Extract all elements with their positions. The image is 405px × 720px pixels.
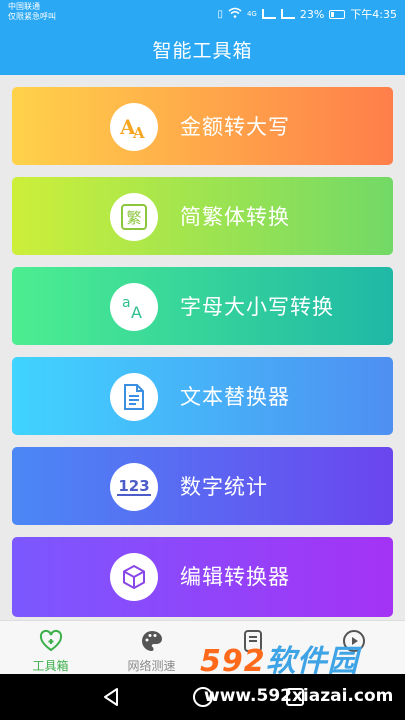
watermark-number: 592: [200, 644, 266, 679]
traditional-chinese-icon: 繁: [110, 193, 158, 241]
carrier-info: 中国联通 仅限紧急呼叫: [8, 2, 56, 22]
tool-label: 编辑转换器: [180, 565, 290, 589]
number-count-icon: 123: [110, 463, 158, 511]
tab-label: 网络测速: [127, 659, 176, 673]
tool-card-edit-converter[interactable]: 编辑转换器: [12, 537, 393, 617]
wifi-icon: [228, 7, 242, 21]
tool-card-letter-case[interactable]: a A 字母大小写转换: [12, 267, 393, 345]
tool-label: 金额转大写: [180, 115, 290, 139]
tab-label: 工具箱: [32, 659, 69, 673]
battery-percent: 23%: [299, 7, 325, 21]
watermark-brand: 软件园: [265, 644, 359, 679]
tab-toolbox[interactable]: 工具箱: [0, 621, 101, 675]
battery-icon: [329, 9, 346, 19]
back-icon[interactable]: [98, 684, 124, 710]
traditional-char-glyph: 繁: [121, 204, 147, 230]
document-icon: [110, 373, 158, 421]
svg-text:A: A: [131, 303, 142, 322]
signal-4g-label: 4G: [246, 10, 257, 18]
cube-icon: [110, 553, 158, 601]
tool-card-traditional-simplified[interactable]: 繁 简繁体转换: [12, 177, 393, 255]
amount-uppercase-icon: A A: [110, 103, 158, 151]
toolbox-heart-icon: [39, 629, 62, 652]
carrier-name: 中国联通: [8, 2, 40, 11]
svg-text:A: A: [132, 124, 145, 142]
signal-icon: [261, 9, 276, 19]
tool-card-amount-uppercase[interactable]: A A 金额转大写: [12, 87, 393, 165]
watermark-logo: 592软件园 www.592xiazai.com: [194, 636, 404, 720]
tool-card-text-replacer[interactable]: 文本替换器: [12, 357, 393, 435]
watermark-url: www.592xiazai.com: [204, 686, 394, 706]
vibrate-icon: ▯: [217, 8, 223, 20]
tool-label: 文本替换器: [180, 385, 290, 409]
status-bar: 中国联通 仅限紧急呼叫 ▯ 4G 23% 下午4:35: [0, 0, 405, 28]
letter-case-icon: a A: [110, 283, 158, 331]
page-title: 智能工具箱: [152, 40, 253, 62]
emergency-only-text: 仅限紧急呼叫: [8, 12, 56, 21]
status-icons: ▯ 4G 23% 下午4:35: [217, 6, 397, 22]
signal-icon-2: [280, 9, 295, 19]
tool-label: 简繁体转换: [180, 205, 290, 229]
palette-icon: [141, 631, 162, 651]
tab-network-speed[interactable]: 网络测速: [101, 621, 202, 675]
tool-label: 字母大小写转换: [180, 295, 334, 319]
clock: 下午4:35: [350, 8, 397, 21]
tool-label: 数字统计: [180, 475, 268, 499]
tool-card-number-count[interactable]: 123 数字统计: [12, 447, 393, 525]
svg-text:a: a: [122, 295, 131, 311]
number-count-glyph: 123: [117, 477, 151, 496]
app-bar: 智能工具箱: [0, 28, 405, 75]
